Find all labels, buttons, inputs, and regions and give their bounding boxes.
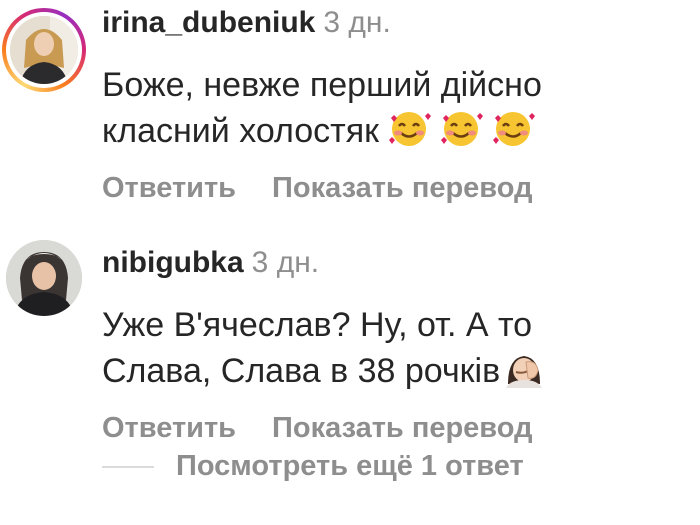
timestamp: 3 дн. [323,6,391,39]
username[interactable]: nibigubka [102,246,244,279]
comment-text: Боже, невже перший дійсно класний холост… [102,62,682,160]
avatar[interactable] [2,236,86,320]
view-more-replies-button[interactable]: Посмотреть ещё 1 ответ [102,450,524,483]
smiling-face-with-hearts-icon [439,108,483,160]
comment-text: Уже В'ячеслав? Ну, от. А то Слава, Слава… [102,302,682,400]
avatar-photo [6,240,82,316]
comment-actions: Ответить Показать перевод [102,412,533,445]
show-translation-button[interactable]: Показать перевод [272,412,532,444]
avatar[interactable] [2,8,86,92]
replies-divider-line [102,465,154,468]
avatar-photo [10,16,78,84]
woman-facepalming-icon [502,348,546,400]
username[interactable]: irina_dubeniuk [102,6,315,39]
smiling-face-with-hearts-icon [387,108,431,160]
timestamp: 3 дн. [251,246,320,279]
show-translation-button[interactable]: Показать перевод [272,172,532,204]
smiling-face-with-hearts-icon [491,108,535,160]
comment-actions: Ответить Показать перевод [102,172,533,205]
reply-button[interactable]: Ответить [102,412,236,444]
reply-button[interactable]: Ответить [102,172,236,204]
view-more-replies-label: Посмотреть ещё 1 ответ [176,450,524,482]
